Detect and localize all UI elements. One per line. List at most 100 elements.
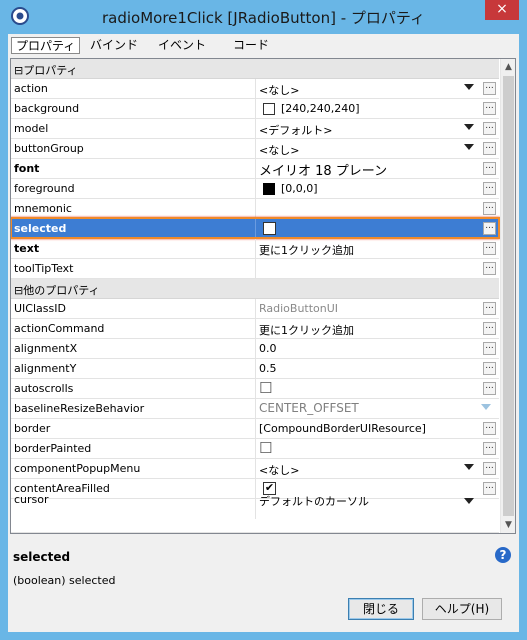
ellipsis-button[interactable]: ... <box>483 102 496 115</box>
property-name: toolTipText <box>14 262 74 275</box>
ellipsis-button[interactable]: ... <box>483 362 496 375</box>
ellipsis-button[interactable]: ... <box>483 142 496 155</box>
ellipsis-button[interactable]: ... <box>483 382 496 395</box>
window-title: radioMore1Click [JRadioButton] - プロパティ <box>101 9 426 27</box>
property-row-mnemonic[interactable]: mnemonic ... <box>11 199 499 219</box>
category-properties[interactable]: ⊟プロパティ <box>11 59 499 79</box>
scroll-up-icon[interactable]: ▲ <box>501 59 515 75</box>
tab-events[interactable]: イベント <box>154 37 210 54</box>
color-swatch <box>263 103 275 115</box>
selected-checkbox[interactable]: ✔ <box>263 222 276 235</box>
close-window-button[interactable]: × <box>485 0 519 20</box>
property-name: text <box>14 242 40 255</box>
property-value[interactable]: 更に1クリック追加 <box>259 242 354 258</box>
property-name: alignmentX <box>14 342 78 355</box>
property-value[interactable]: <なし> <box>259 142 299 158</box>
column-separator <box>255 259 256 279</box>
ellipsis-button[interactable]: ... <box>483 82 496 95</box>
property-row-borderpainted[interactable]: borderPainted ☐ ... <box>11 439 499 459</box>
dropdown-arrow-icon <box>481 404 491 410</box>
ellipsis-button[interactable]: ... <box>483 162 496 175</box>
property-row-actioncommand[interactable]: actionCommand 更に1クリック追加 ... <box>11 319 499 339</box>
dropdown-arrow-icon[interactable] <box>464 144 474 150</box>
property-row-font[interactable]: font メイリオ 18 プレーン ... <box>11 159 499 179</box>
dropdown-arrow-icon[interactable] <box>464 124 474 130</box>
ellipsis-button[interactable]: ... <box>483 322 496 335</box>
tab-bind[interactable]: バインド <box>86 37 142 54</box>
column-separator <box>255 359 256 379</box>
property-row-foreground[interactable]: foreground [0,0,0] ... <box>11 179 499 199</box>
ellipsis-button[interactable]: ... <box>483 442 496 455</box>
ellipsis-button[interactable]: ... <box>483 302 496 315</box>
property-row-autoscrolls[interactable]: autoscrolls ☐ ... <box>11 379 499 399</box>
ellipsis-button[interactable]: ... <box>483 182 496 195</box>
ellipsis-button[interactable]: ... <box>483 122 496 135</box>
property-name: mnemonic <box>14 202 72 215</box>
property-name: componentPopupMenu <box>14 462 141 475</box>
scroll-down-icon[interactable]: ▼ <box>501 517 515 533</box>
property-row-cursor[interactable]: cursor デフォルトのカーソル <box>11 493 499 533</box>
property-row-componentpopupmenu[interactable]: componentPopupMenu <なし> ... <box>11 459 499 479</box>
title-bar[interactable]: radioMore1Click [JRadioButton] - プロパティ × <box>0 0 527 34</box>
property-value[interactable]: [CompoundBorderUIResource] <box>259 422 426 435</box>
property-name: UIClassID <box>14 302 66 315</box>
property-value[interactable]: [0,0,0] <box>281 182 318 195</box>
description-text: (boolean) selected <box>13 574 116 587</box>
property-value[interactable]: メイリオ 18 プレーン <box>259 160 387 179</box>
dialog-client: プロパティ バインド イベント コード ⊟プロパティ action <なし> .… <box>8 34 519 632</box>
description-title: selected <box>13 550 71 564</box>
tab-code[interactable]: コード <box>229 37 273 54</box>
property-row-background[interactable]: background [240,240,240] ... <box>11 99 499 119</box>
category-label: ⊟プロパティ <box>14 64 78 77</box>
property-row-border[interactable]: border [CompoundBorderUIResource] ... <box>11 419 499 439</box>
property-name: borderPainted <box>14 442 92 455</box>
ellipsis-button[interactable]: ... <box>483 462 496 475</box>
property-name: selected <box>14 222 67 235</box>
help-button[interactable]: ヘルプ(H) <box>422 598 502 620</box>
close-button[interactable]: 閉じる <box>348 598 414 620</box>
property-row-alignmenty[interactable]: alignmentY 0.5 ... <box>11 359 499 379</box>
property-value[interactable]: 0.5 <box>259 362 277 375</box>
ellipsis-button[interactable]: ... <box>483 482 496 495</box>
property-row-selected[interactable]: selected ✔ ... <box>11 217 500 239</box>
tab-properties[interactable]: プロパティ <box>11 37 81 54</box>
column-separator <box>255 99 256 119</box>
ellipsis-button[interactable]: ... <box>483 222 496 235</box>
property-row-tooltiptext[interactable]: toolTipText ... <box>11 259 499 279</box>
property-value[interactable]: 更に1クリック追加 <box>259 322 354 338</box>
help-icon[interactable]: ? <box>495 547 511 563</box>
ellipsis-button[interactable]: ... <box>483 342 496 355</box>
scrollbar-thumb[interactable] <box>503 76 514 516</box>
property-name: actionCommand <box>14 322 105 335</box>
property-row-alignmentx[interactable]: alignmentX 0.0 ... <box>11 339 499 359</box>
property-row-text[interactable]: text 更に1クリック追加 ... <box>11 239 499 259</box>
property-value[interactable]: デフォルトのカーソル <box>259 493 369 509</box>
column-separator <box>255 199 256 219</box>
property-row-buttongroup[interactable]: buttonGroup <なし> ... <box>11 139 499 159</box>
borderpainted-checkbox[interactable]: ☐ <box>259 439 272 457</box>
property-value[interactable]: <なし> <box>259 82 299 98</box>
property-value[interactable]: 0.0 <box>259 342 277 355</box>
property-name: model <box>14 122 49 135</box>
property-value[interactable]: <なし> <box>259 462 299 478</box>
property-value[interactable]: [240,240,240] <box>281 102 360 115</box>
autoscrolls-checkbox[interactable]: ☐ <box>259 379 272 397</box>
color-swatch <box>263 183 275 195</box>
column-separator <box>255 399 256 419</box>
vertical-scrollbar[interactable]: ▲ ▼ <box>500 59 515 533</box>
category-other-properties[interactable]: ⊟他のプロパティ <box>11 279 499 299</box>
ellipsis-button[interactable]: ... <box>483 202 496 215</box>
column-separator <box>255 339 256 359</box>
ellipsis-button[interactable]: ... <box>483 422 496 435</box>
property-row-uiclassid[interactable]: UIClassID RadioButtonUI ... <box>11 299 499 319</box>
dropdown-arrow-icon[interactable] <box>464 498 474 504</box>
property-row-contentareafilled[interactable]: contentAreaFilled ✔ ... <box>11 479 499 499</box>
property-row-model[interactable]: model <デフォルト> ... <box>11 119 499 139</box>
property-value[interactable]: <デフォルト> <box>259 122 332 138</box>
property-row-action[interactable]: action <なし> ... <box>11 79 499 99</box>
property-row-baselineresizebehavior[interactable]: baselineResizeBehavior CENTER_OFFSET <box>11 399 499 419</box>
ellipsis-button[interactable]: ... <box>483 262 496 275</box>
ellipsis-button[interactable]: ... <box>483 242 496 255</box>
dropdown-arrow-icon[interactable] <box>464 84 474 90</box>
dropdown-arrow-icon[interactable] <box>464 464 474 470</box>
